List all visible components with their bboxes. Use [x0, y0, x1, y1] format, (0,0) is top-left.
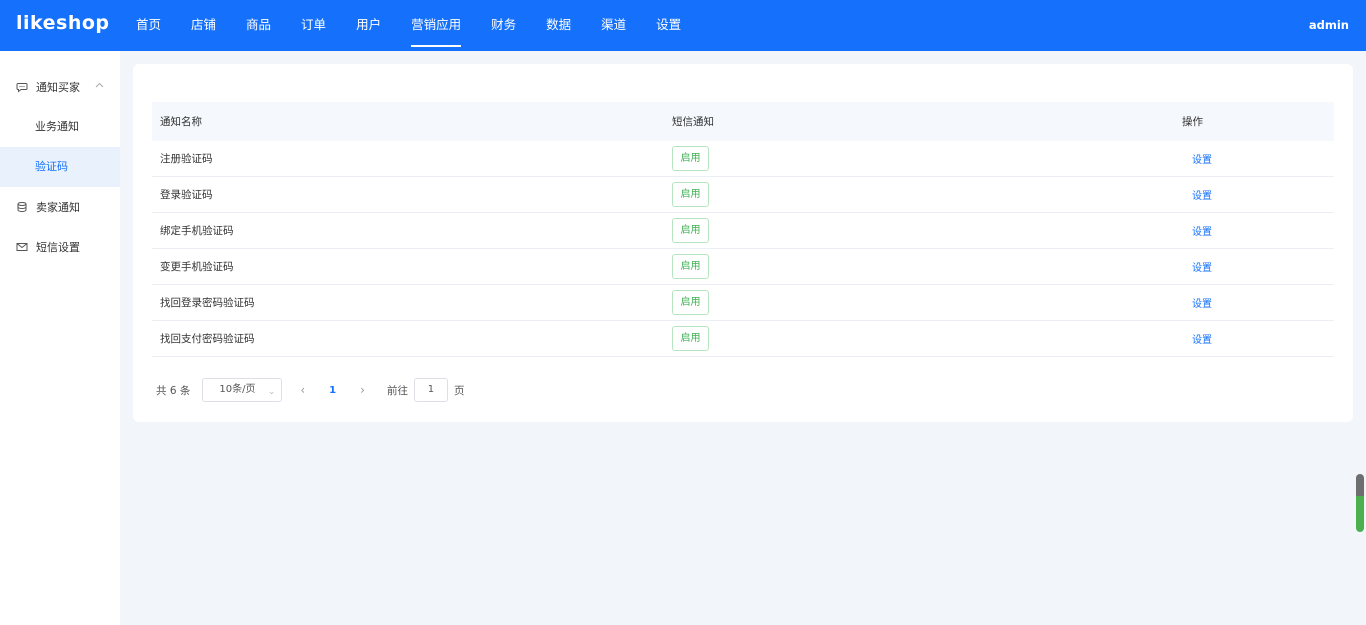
- table-row: 登录验证码 启用 设置: [152, 177, 1334, 213]
- row-name: 绑定手机验证码: [160, 225, 234, 237]
- row-name: 注册验证码: [160, 153, 213, 165]
- user-menu[interactable]: admin: [1309, 0, 1349, 50]
- sidebar-item-label: 卖家通知: [36, 201, 80, 214]
- row-name: 找回登录密码验证码: [160, 297, 255, 309]
- database-icon: [17, 202, 27, 213]
- logo[interactable]: likeshop: [16, 12, 110, 34]
- setting-link[interactable]: 设置: [1182, 299, 1212, 310]
- status-badge[interactable]: 启用: [672, 182, 709, 207]
- sidebar-item-business-notify[interactable]: 业务通知: [0, 107, 120, 147]
- nav-shop[interactable]: 店铺: [179, 0, 228, 51]
- sidebar-group-label: 通知买家: [36, 81, 80, 94]
- header-sms: 短信通知: [672, 116, 714, 128]
- table-row: 变更手机验证码 启用 设置: [152, 249, 1334, 285]
- nav-data[interactable]: 数据: [534, 0, 583, 51]
- setting-link[interactable]: 设置: [1182, 191, 1212, 202]
- row-name: 登录验证码: [160, 189, 213, 201]
- status-badge[interactable]: 启用: [672, 254, 709, 279]
- header-name: 通知名称: [160, 116, 202, 128]
- scrollbar-thumb[interactable]: [1356, 474, 1364, 532]
- goto-page-input[interactable]: 1: [413, 378, 448, 402]
- table-header: 通知名称 短信通知 操作: [152, 102, 1334, 141]
- table-row: 找回支付密码验证码 启用 设置: [152, 321, 1334, 357]
- top-nav: 首页 店铺 商品 订单 用户 营销应用 财务 数据 渠道 设置: [124, 0, 699, 51]
- setting-link[interactable]: 设置: [1182, 155, 1212, 166]
- chevron-down-icon: ⌄: [267, 387, 276, 397]
- nav-marketing[interactable]: 营销应用: [399, 0, 473, 51]
- setting-link[interactable]: 设置: [1182, 227, 1212, 238]
- sidebar-item-label: 短信设置: [36, 241, 80, 254]
- nav-users[interactable]: 用户: [344, 0, 393, 51]
- header-action: 操作: [1182, 116, 1203, 128]
- sidebar-item-seller-notify[interactable]: 卖家通知: [0, 187, 120, 227]
- current-page[interactable]: 1: [329, 385, 336, 396]
- table-row: 找回登录密码验证码 启用 设置: [152, 285, 1334, 321]
- goto-prefix: 前往: [386, 384, 408, 397]
- pagination-total: 共 6 条: [156, 384, 191, 397]
- row-name: 变更手机验证码: [160, 261, 234, 273]
- nav-orders[interactable]: 订单: [289, 0, 338, 51]
- status-badge[interactable]: 启用: [672, 290, 709, 315]
- nav-home[interactable]: 首页: [124, 0, 173, 51]
- table-row: 绑定手机验证码 启用 设置: [152, 213, 1334, 249]
- goto-suffix: 页: [453, 384, 465, 397]
- nav-goods[interactable]: 商品: [234, 0, 283, 51]
- page-size-select[interactable]: 10条/页 ⌄: [202, 378, 283, 402]
- prev-page-button[interactable]: ‹: [300, 383, 305, 397]
- nav-settings[interactable]: 设置: [644, 0, 693, 51]
- notification-table: 通知名称 短信通知 操作 注册验证码 启用 设置 登录验证码 启用 设置 绑定手…: [152, 102, 1334, 357]
- status-badge[interactable]: 启用: [672, 218, 709, 243]
- status-badge[interactable]: 启用: [672, 146, 709, 171]
- nav-finance[interactable]: 财务: [479, 0, 528, 51]
- page-size-value: 10条/页: [219, 384, 256, 395]
- content-card: 通知名称 短信通知 操作 注册验证码 启用 设置 登录验证码 启用 设置 绑定手…: [133, 64, 1353, 422]
- sidebar-item-verification-code[interactable]: 验证码: [0, 147, 120, 187]
- mail-icon: [16, 243, 28, 251]
- table-row: 注册验证码 启用 设置: [152, 141, 1334, 177]
- setting-link[interactable]: 设置: [1182, 335, 1212, 346]
- sidebar: 通知买家 业务通知 验证码 卖家通知 短信设置: [0, 51, 120, 625]
- chevron-up-icon: [95, 82, 104, 88]
- sidebar-item-sms-settings[interactable]: 短信设置: [0, 227, 120, 267]
- chat-icon: [16, 83, 28, 93]
- pagination: 共 6 条 10条/页 ⌄ ‹ 1 › 前往 1 页: [156, 378, 464, 402]
- nav-channels[interactable]: 渠道: [589, 0, 638, 51]
- next-page-button[interactable]: ›: [360, 383, 365, 397]
- status-badge[interactable]: 启用: [672, 326, 709, 351]
- top-header: likeshop 首页 店铺 商品 订单 用户 营销应用 财务 数据 渠道 设置…: [0, 0, 1366, 51]
- sidebar-group-notify-buyer[interactable]: 通知买家: [0, 67, 120, 107]
- setting-link[interactable]: 设置: [1182, 263, 1212, 274]
- row-name: 找回支付密码验证码: [160, 333, 255, 345]
